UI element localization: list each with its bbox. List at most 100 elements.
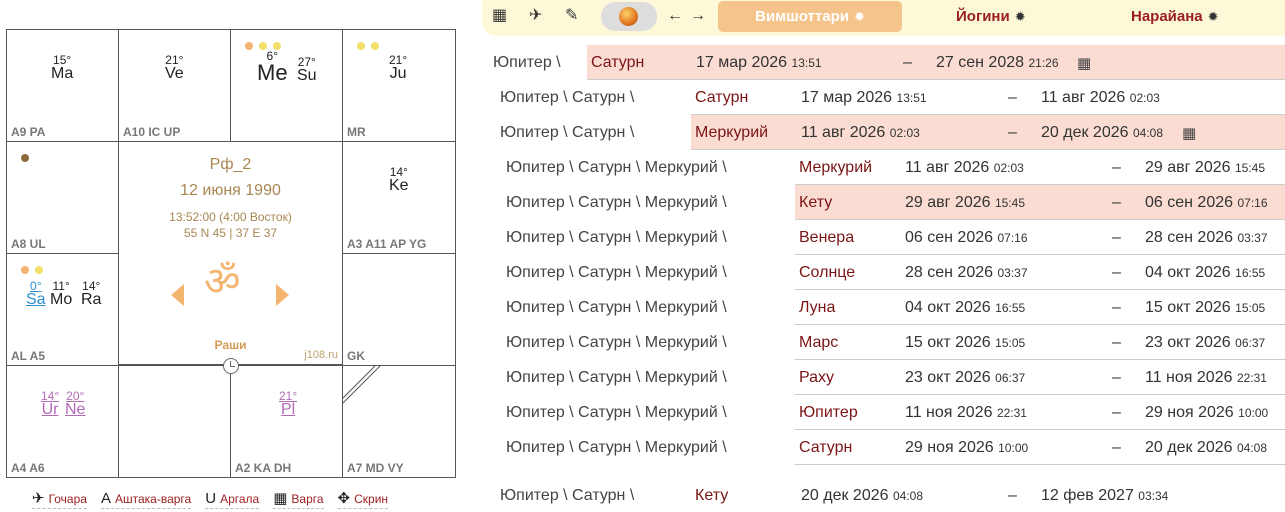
- end-time: 03:34: [1138, 489, 1169, 503]
- start-datetime: 15 окт 2026 15:05: [905, 334, 1025, 352]
- dasha-row[interactable]: Юпитер \ Сатурн \ Сатурн 17 мар 2026 13:51…: [0, 80, 1285, 115]
- dasha-planet[interactable]: Меркурий: [695, 124, 768, 142]
- gear-icon[interactable]: ✹: [1208, 9, 1219, 25]
- dasha-planet[interactable]: Сатурн: [591, 54, 644, 72]
- start-time: 04:08: [892, 489, 923, 503]
- end-datetime: 27 сен 2028 21:26: [936, 54, 1059, 72]
- calendar-icon[interactable]: ▦: [1077, 54, 1091, 72]
- end-datetime: 11 ноя 2026 22:31: [1145, 369, 1267, 387]
- start-date: 17 мар 2026: [696, 54, 788, 71]
- dasha-row[interactable]: Юпитер \ Сатурн \ Меркурий \ Марс 15 окт 2…: [0, 325, 1285, 360]
- end-datetime: 29 ноя 2026 10:00: [1145, 404, 1268, 422]
- end-date: 27 сен 2028: [936, 54, 1025, 71]
- range-dash: –: [1008, 89, 1017, 106]
- dasha-path: Юпитер \ Сатурн \ Меркурий \: [506, 299, 727, 316]
- end-time: 15:05: [1235, 301, 1266, 315]
- narayana-link[interactable]: Нарайана ✹: [1131, 8, 1219, 25]
- start-datetime: 17 мар 2026 13:51: [696, 54, 822, 72]
- start-datetime: 11 ноя 2026 22:31: [905, 404, 1027, 422]
- end-time: 04:08: [1236, 441, 1267, 455]
- arrow-right-icon[interactable]: →: [690, 8, 706, 24]
- yogini-link[interactable]: Йогини ✹: [956, 8, 1026, 25]
- gear-icon[interactable]: ✹: [1015, 9, 1026, 25]
- end-datetime: 20 дек 2026 04:08: [1145, 439, 1267, 457]
- start-date: 11 ноя 2026: [905, 404, 993, 421]
- dasha-planet[interactable]: Сатурн: [695, 89, 748, 107]
- start-time: 03:37: [997, 266, 1028, 280]
- arrow-left-icon[interactable]: ←: [667, 8, 683, 24]
- range-dash: –: [1112, 334, 1121, 351]
- end-datetime: 06 сен 2026 07:16: [1145, 194, 1268, 212]
- range-dash: –: [1112, 299, 1121, 316]
- range-dash: –: [1008, 487, 1017, 504]
- end-date: 20 дек 2026: [1145, 439, 1233, 456]
- dasha-planet[interactable]: Сатурн: [799, 439, 852, 457]
- dasha-row[interactable]: Юпитер \ Сатурн \ Меркурий \ Кету 29 авг 2…: [0, 185, 1285, 220]
- dasha-path: Юпитер \ Сатурн \ Меркурий \: [506, 264, 727, 281]
- dasha-planet[interactable]: Кету: [695, 487, 728, 505]
- button-label: Вимшоттари: [755, 8, 849, 25]
- end-date: 29 авг 2026: [1145, 159, 1231, 176]
- end-time: 16:55: [1235, 266, 1266, 280]
- edit-icon[interactable]: ✎: [565, 8, 578, 24]
- dasha-planet[interactable]: Раху: [799, 369, 834, 387]
- end-datetime: 11 авг 2026 02:03: [1041, 89, 1160, 107]
- dasha-row[interactable]: Юпитер \ Сатурн \ Меркурий \ Солнце 28 сен…: [0, 255, 1285, 290]
- dasha-planet[interactable]: Солнце: [799, 264, 855, 282]
- start-date: 20 дек 2026: [801, 487, 889, 504]
- range-dash: –: [1112, 369, 1121, 386]
- range-dash: –: [903, 54, 912, 71]
- start-date: 17 мар 2026: [801, 89, 893, 106]
- dasha-row[interactable]: Юпитер \ Сатурн \ Меркурий \ Сатурн 29 ноя…: [0, 430, 1285, 465]
- end-datetime: 28 сен 2026 03:37: [1145, 229, 1268, 247]
- end-datetime: 04 окт 2026 16:55: [1145, 264, 1265, 282]
- dasha-row[interactable]: Юпитер \ Сатурн \ Меркурий 11 авг 2026 02:…: [0, 115, 1285, 150]
- start-time: 13:51: [896, 91, 927, 105]
- start-time: 16:55: [995, 301, 1026, 315]
- start-time: 02:03: [889, 126, 920, 140]
- range-dash: –: [1112, 229, 1121, 246]
- end-datetime: 12 фев 2027 03:34: [1041, 487, 1168, 505]
- calendar-icon[interactable]: ▦: [492, 8, 507, 24]
- dasha-planet[interactable]: Кету: [799, 194, 832, 212]
- plane-icon[interactable]: ✈: [529, 8, 542, 24]
- end-date: 28 сен 2026: [1145, 229, 1234, 246]
- dasha-planet[interactable]: Меркурий: [799, 159, 872, 177]
- start-date: 11 авг 2026: [801, 124, 886, 141]
- dasha-path: Юпитер \ Сатурн \: [500, 487, 635, 504]
- start-datetime: 17 мар 2026 13:51: [801, 89, 927, 107]
- vimshottari-button[interactable]: Вимшоттари ✹: [718, 1, 902, 32]
- start-datetime: 28 сен 2026 03:37: [905, 264, 1028, 282]
- planet-selector[interactable]: [601, 2, 657, 31]
- start-date: 04 окт 2026: [905, 299, 991, 316]
- range-dash: –: [1112, 194, 1121, 211]
- dasha-planet[interactable]: Луна: [799, 299, 835, 317]
- end-date: 20 дек 2026: [1041, 124, 1129, 141]
- dasha-row[interactable]: Юпитер \ Сатурн \ Кету 20 дек 2026 04:08 – 1…: [0, 478, 1285, 512]
- calendar-icon[interactable]: ▦: [1182, 124, 1196, 142]
- dasha-row[interactable]: Юпитер \ Сатурн \ Меркурий \ Луна 04 окт 2…: [0, 290, 1285, 325]
- start-time: 10:00: [998, 441, 1029, 455]
- dasha-row[interactable]: Юпитер \ Сатурн \ Меркурий \ Юпитер 11 ноя…: [0, 395, 1285, 430]
- end-date: 06 сен 2026: [1145, 194, 1234, 211]
- start-datetime: 20 дек 2026 04:08: [801, 487, 923, 505]
- start-datetime: 11 авг 2026 02:03: [905, 159, 1024, 177]
- dasha-row[interactable]: Юпитер \ Сатурн 17 мар 2026 13:51 – 27 сен 2…: [0, 45, 1285, 80]
- gear-icon[interactable]: ✹: [854, 9, 865, 25]
- dasha-row[interactable]: Юпитер \ Сатурн \ Меркурий \ Венера 06 сен…: [0, 220, 1285, 255]
- dasha-path: Юпитер \: [493, 54, 561, 71]
- dasha-planet[interactable]: Венера: [799, 229, 854, 247]
- dasha-path: Юпитер \ Сатурн \ Меркурий \: [506, 439, 727, 456]
- row-highlight: [691, 80, 1285, 115]
- dasha-row[interactable]: Юпитер \ Сатурн \ Меркурий \ Меркурий 11 а…: [0, 150, 1285, 185]
- start-datetime: 29 авг 2026 15:45: [905, 194, 1025, 212]
- dasha-planet[interactable]: Марс: [799, 334, 838, 352]
- start-date: 29 ноя 2026: [905, 439, 994, 456]
- start-time: 15:05: [995, 336, 1026, 350]
- end-datetime: 29 авг 2026 15:45: [1145, 159, 1265, 177]
- dasha-planet[interactable]: Юпитер: [799, 404, 858, 422]
- dasha-path: Юпитер \ Сатурн \: [500, 89, 635, 106]
- dasha-row[interactable]: Юпитер \ Сатурн \ Меркурий \ Раху 23 окт 2…: [0, 360, 1285, 395]
- dasha-path: Юпитер \ Сатурн \ Меркурий \: [506, 194, 727, 211]
- planet-icon: [619, 7, 638, 26]
